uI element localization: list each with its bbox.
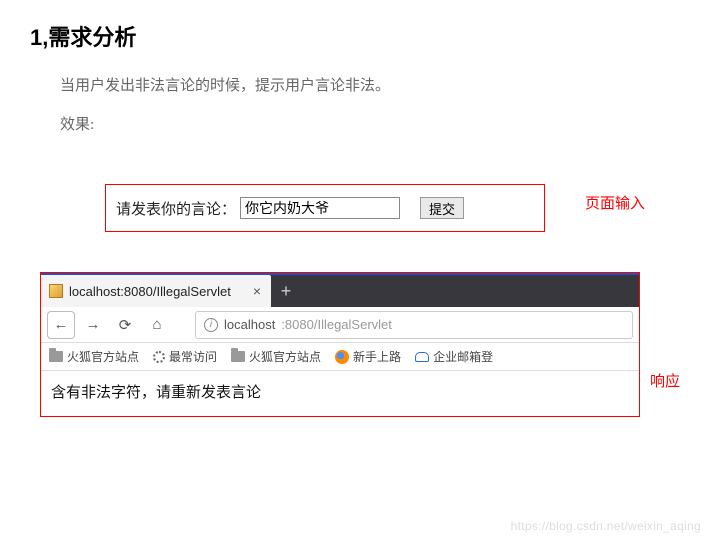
paragraph-2: 效果: bbox=[60, 113, 681, 134]
bookmark-label: 企业邮箱登 bbox=[433, 348, 493, 365]
paragraph-1: 当用户发出非法言论的时候，提示用户言论非法。 bbox=[60, 74, 681, 95]
callout-input: 页面输入 bbox=[585, 192, 645, 213]
bookmarks-bar: 火狐官方站点 最常访问 火狐官方站点 新手上路 企业邮箱登 bbox=[41, 343, 639, 371]
callout-response: 响应 bbox=[650, 370, 680, 391]
bookmark-item[interactable]: 最常访问 bbox=[153, 348, 217, 365]
new-tab-button[interactable]: + bbox=[271, 275, 301, 307]
tab-strip: localhost:8080/IllegalServlet × + bbox=[41, 273, 639, 307]
comment-input[interactable] bbox=[240, 197, 400, 219]
forward-button[interactable]: → bbox=[79, 311, 107, 339]
form-label: 请发表你的言论： bbox=[116, 198, 236, 219]
bookmark-item[interactable]: 企业邮箱登 bbox=[415, 348, 493, 365]
section-heading: 1,需求分析 bbox=[30, 20, 681, 52]
bookmark-label: 最常访问 bbox=[169, 348, 217, 365]
bookmark-label: 火狐官方站点 bbox=[249, 348, 321, 365]
submit-button[interactable]: 提交 bbox=[420, 197, 464, 219]
bookmark-item[interactable]: 火狐官方站点 bbox=[49, 348, 139, 365]
watermark: https://blog.csdn.net/weixin_aqing bbox=[511, 519, 701, 533]
page-body-text: 含有非法字符，请重新发表言论 bbox=[41, 371, 639, 416]
reload-button[interactable]: ⟳ bbox=[111, 311, 139, 339]
close-icon[interactable]: × bbox=[253, 283, 261, 299]
browser-tab[interactable]: localhost:8080/IllegalServlet × bbox=[41, 275, 271, 307]
back-button[interactable]: ← bbox=[47, 311, 75, 339]
tab-title: localhost:8080/IllegalServlet bbox=[69, 284, 231, 299]
bookmark-label: 火狐官方站点 bbox=[67, 348, 139, 365]
folder-icon bbox=[231, 351, 245, 362]
address-bar[interactable]: i localhost :8080/IllegalServlet bbox=[195, 311, 633, 339]
bookmark-label: 新手上路 bbox=[353, 348, 401, 365]
firefox-icon bbox=[335, 350, 349, 364]
form-box: 请发表你的言论： 提交 bbox=[105, 184, 545, 232]
url-host: localhost bbox=[224, 317, 275, 332]
toolbar: ← → ⟳ ⌂ i localhost :8080/IllegalServlet bbox=[41, 307, 639, 343]
folder-icon bbox=[49, 351, 63, 362]
browser-screenshot: localhost:8080/IllegalServlet × + ← → ⟳ … bbox=[40, 272, 640, 417]
favicon-icon bbox=[49, 284, 63, 298]
bookmark-item[interactable]: 火狐官方站点 bbox=[231, 348, 321, 365]
gear-icon bbox=[153, 351, 165, 363]
info-icon[interactable]: i bbox=[204, 318, 218, 332]
home-button[interactable]: ⌂ bbox=[143, 311, 171, 339]
bookmark-item[interactable]: 新手上路 bbox=[335, 348, 401, 365]
url-rest: :8080/IllegalServlet bbox=[281, 317, 392, 332]
mail-icon bbox=[415, 352, 429, 362]
form-illustration: 请发表你的言论： 提交 页面输入 bbox=[30, 184, 681, 232]
